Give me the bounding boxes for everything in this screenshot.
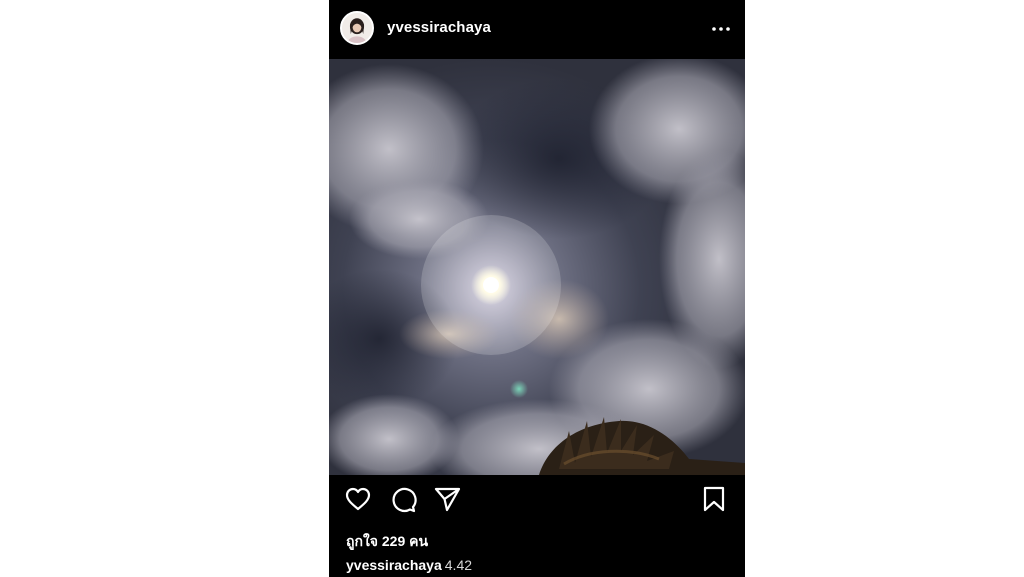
- likes-count[interactable]: ถูกใจ 229 คน: [346, 531, 428, 553]
- caption-username[interactable]: yvessirachaya: [346, 557, 442, 573]
- moon-sky-photo: [329, 59, 745, 475]
- post-actions: [329, 484, 745, 518]
- caption-text: 4.42: [444, 557, 473, 573]
- post-header: yvessirachaya: [329, 0, 745, 58]
- avatar-image: [342, 13, 372, 43]
- post-caption: yvessirachaya 4.42: [346, 557, 472, 573]
- more-options-icon[interactable]: [710, 19, 732, 39]
- post-photo[interactable]: [329, 59, 745, 475]
- post-username[interactable]: yvessirachaya: [387, 19, 491, 36]
- bookmark-icon[interactable]: [699, 484, 729, 514]
- comment-icon[interactable]: [388, 484, 418, 514]
- avatar[interactable]: [340, 11, 374, 45]
- instagram-post: yvessirachaya ถูกใจ 229 คน yvessirachaya…: [329, 0, 745, 577]
- heart-icon[interactable]: [343, 484, 373, 514]
- send-icon[interactable]: [432, 484, 462, 514]
